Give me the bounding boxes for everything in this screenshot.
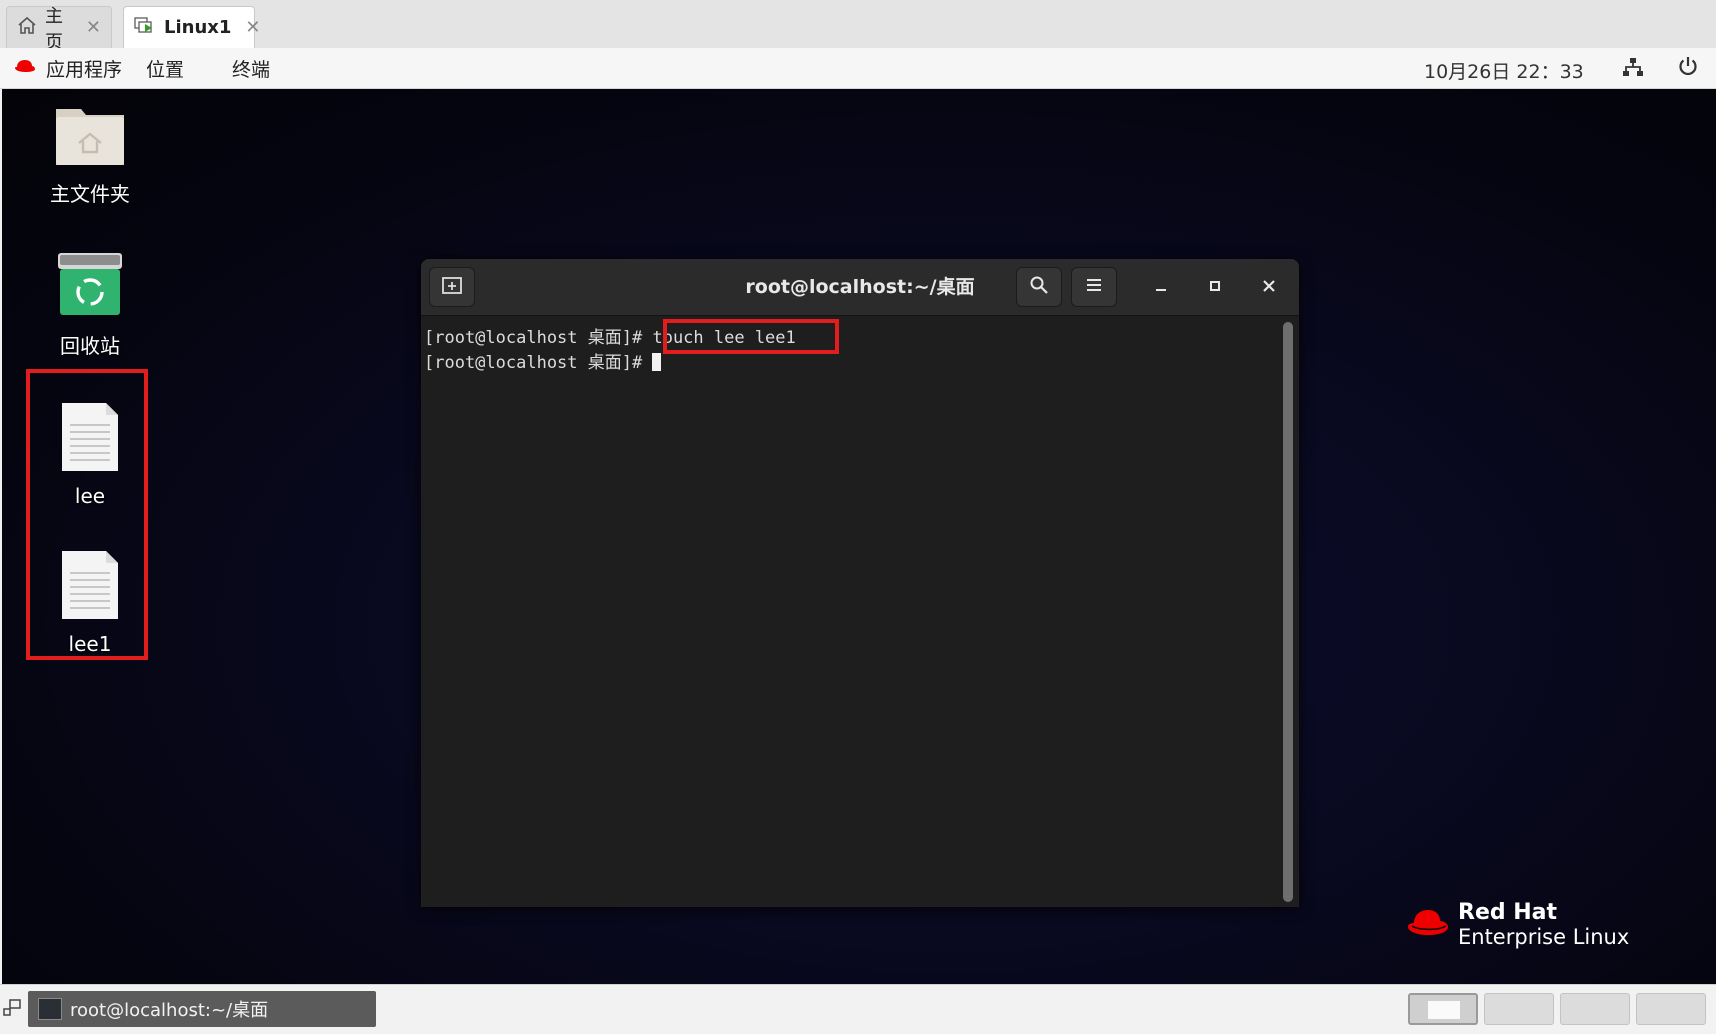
gnome-top-bar: 应用程序 位置 终端 10月26日 22：33: [0, 48, 1716, 89]
show-desktop-icon[interactable]: [3, 999, 21, 1021]
terminal-prompt: [root@localhost 桌面]#: [424, 328, 653, 348]
terminal-line: [root@localhost 桌面]#: [424, 348, 662, 373]
menu-button[interactable]: [1071, 267, 1117, 307]
new-tab-button[interactable]: [429, 267, 475, 307]
menu-terminal[interactable]: 终端: [232, 55, 294, 82]
redhat-hat-icon: [14, 57, 46, 79]
desktop-icon-home-label: 主文件夹: [50, 182, 130, 206]
workspace-4[interactable]: [1636, 993, 1706, 1025]
desktop-icon-trash-label: 回收站: [60, 334, 120, 358]
brand-line2: Enterprise Linux: [1458, 925, 1630, 949]
close-icon: [1262, 278, 1276, 297]
maximize-button[interactable]: [1201, 273, 1229, 301]
tab-home-close-icon[interactable]: ✕: [86, 17, 101, 38]
tab-home[interactable]: 主页 ✕: [6, 6, 112, 53]
trash-icon: [56, 253, 124, 324]
terminal-header-bar[interactable]: root@localhost:~/桌面: [421, 259, 1299, 316]
terminal-cursor: [652, 353, 662, 371]
taskbar-window-terminal[interactable]: root@localhost:~/桌面: [28, 991, 376, 1027]
redhat-hat-icon: [1406, 907, 1450, 943]
menu-places[interactable]: 位置: [146, 55, 232, 82]
desktop[interactable]: 主文件夹 回收站 lee lee1 Red Hat Enterprise Lin…: [2, 89, 1716, 984]
file-highlight-box: [26, 369, 148, 660]
minimize-icon: [1154, 278, 1168, 297]
terminal-scrollbar[interactable]: [1283, 322, 1293, 902]
vm-tab-strip: 主页 ✕ Linux1 ✕: [0, 0, 1716, 53]
top-menu: 应用程序 位置 终端: [14, 55, 294, 82]
menu-applications[interactable]: 应用程序: [46, 55, 146, 82]
terminal-prompt: [root@localhost 桌面]#: [424, 353, 653, 373]
search-icon: [1029, 275, 1049, 299]
tab-linux1-close-icon[interactable]: ✕: [245, 17, 260, 38]
new-tab-icon: [441, 275, 463, 299]
home-icon: [17, 16, 37, 39]
power-icon[interactable]: [1677, 55, 1699, 82]
brand-line1: Red Hat: [1458, 900, 1558, 925]
minimize-button[interactable]: [1147, 273, 1175, 301]
bottom-taskbar: root@localhost:~/桌面: [0, 984, 1716, 1034]
network-icon[interactable]: [1622, 56, 1644, 83]
terminal-icon: [38, 998, 62, 1020]
terminal-body[interactable]: [root@localhost 桌面]# touch lee lee1 [roo…: [421, 315, 1279, 907]
workspace-3[interactable]: [1560, 993, 1630, 1025]
terminal-window[interactable]: root@localhost:~/桌面 [root@localhost 桌面]#…: [421, 259, 1299, 907]
tab-home-label: 主页: [45, 5, 63, 53]
hamburger-icon: [1085, 277, 1103, 297]
vm-icon: [134, 15, 156, 40]
command-highlight-box: [663, 319, 839, 354]
desktop-icon-trash[interactable]: 回收站: [20, 251, 160, 359]
workspace-1[interactable]: [1408, 993, 1478, 1025]
workspace-2[interactable]: [1484, 993, 1554, 1025]
clock[interactable]: 10月26日 22：33: [1424, 57, 1584, 84]
search-button[interactable]: [1016, 267, 1062, 307]
tab-linux1-label: Linux1: [164, 17, 232, 38]
tab-linux1[interactable]: Linux1 ✕: [123, 6, 261, 48]
desktop-icon-home[interactable]: 主文件夹: [20, 101, 160, 207]
redhat-logo: Red Hat Enterprise Linux: [1406, 901, 1629, 949]
taskbar-window-label: root@localhost:~/桌面: [70, 1000, 269, 1021]
maximize-icon: [1208, 278, 1222, 297]
close-button[interactable]: [1255, 273, 1283, 301]
terminal-scrollbar-thumb[interactable]: [1283, 322, 1293, 902]
home-folder-icon: [53, 109, 127, 172]
